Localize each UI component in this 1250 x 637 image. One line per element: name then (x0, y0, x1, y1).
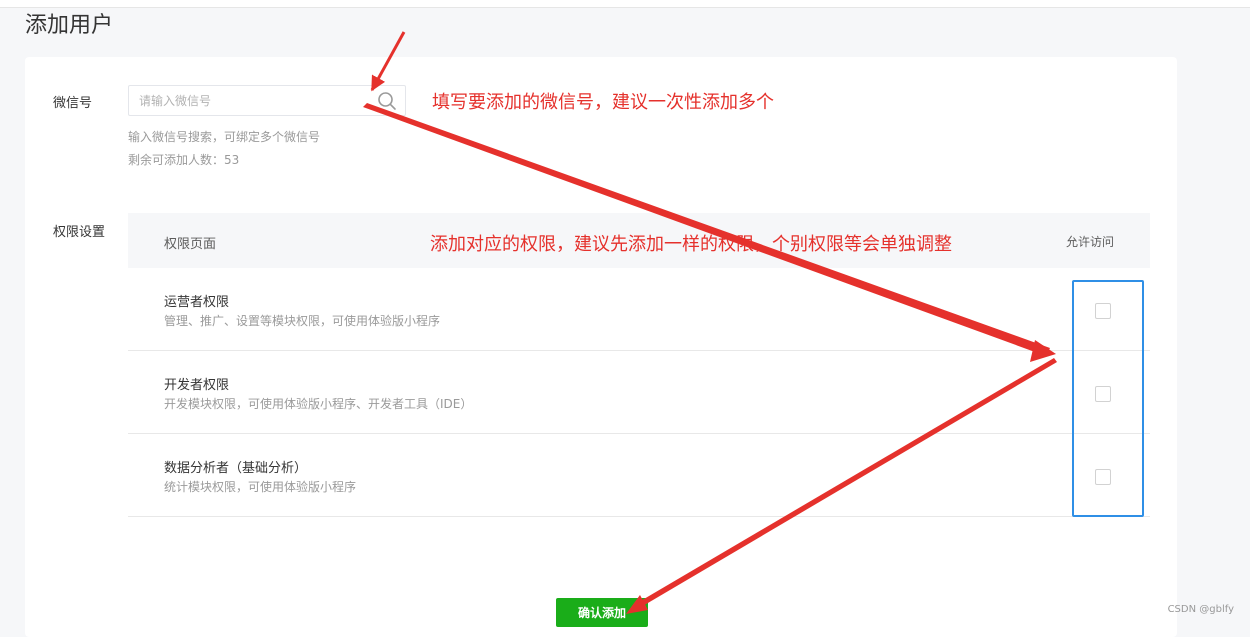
arrow-to-search (370, 31, 406, 92)
watermark: CSDN @gblfy (1167, 604, 1234, 615)
annotation-arrows (363, 31, 1057, 614)
arrow-to-checkboxes (363, 103, 1050, 356)
arrow-to-confirm (632, 358, 1057, 610)
arrow-to-confirm-head (626, 595, 648, 614)
